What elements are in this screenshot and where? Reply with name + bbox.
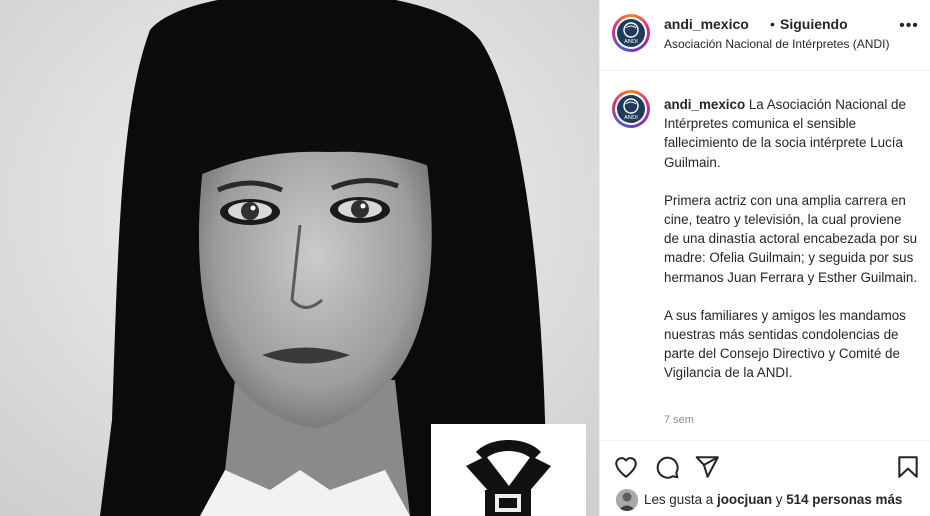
likes-summary: Les gusta a joocjuan y 514 personas más [644,492,902,507]
caption-avatar[interactable]: ANDI [612,90,650,128]
user-avatar-icon [616,489,638,511]
likes-prefix: Les gusta a [644,492,714,507]
likes-connector: y [775,492,783,507]
post-details-panel: ANDI andi_mexico • Siguiendo Asociación … [600,0,930,516]
paper-plane-icon[interactable] [694,454,720,480]
more-options-icon[interactable]: ••• [898,18,920,34]
caption-paragraph-1: andi_mexico La Asociación Nacional de In… [664,95,919,172]
liker-avatar[interactable] [616,489,638,511]
post-caption: andi_mexico La Asociación Nacional de In… [664,95,919,402]
profile-avatar[interactable]: ANDI [612,14,650,52]
likes-count-link[interactable]: 514 personas más [786,492,902,507]
header-separator: • [770,16,775,32]
andi-logo-icon: ANDI [623,98,639,121]
svg-text:ANDI: ANDI [624,115,638,121]
post-timestamp[interactable]: 7 sem [664,414,694,426]
post-image[interactable] [0,0,599,516]
header-divider [600,70,930,71]
heart-icon[interactable] [613,454,639,480]
liker-username-link[interactable]: joocjuan [717,492,772,507]
black-ribbon-icon [466,440,551,516]
following-button[interactable]: Siguiendo [780,16,848,32]
andi-logo-icon: ANDI [623,22,639,45]
caption-username-link[interactable]: andi_mexico [664,97,745,112]
comment-icon[interactable] [654,454,680,480]
mourning-ribbon-badge [431,424,586,516]
svg-text:ANDI: ANDI [624,39,638,45]
profile-username-link[interactable]: andi_mexico [664,16,749,32]
caption-paragraph-2: Primera actriz con una amplia carrera en… [664,192,918,285]
location-link[interactable]: Asociación Nacional de Intérpretes (ANDI… [664,37,889,51]
bookmark-icon[interactable] [895,454,921,480]
actions-divider [600,440,930,441]
caption-paragraph-3: A sus familiares y amigos les mandamos n… [664,307,906,381]
